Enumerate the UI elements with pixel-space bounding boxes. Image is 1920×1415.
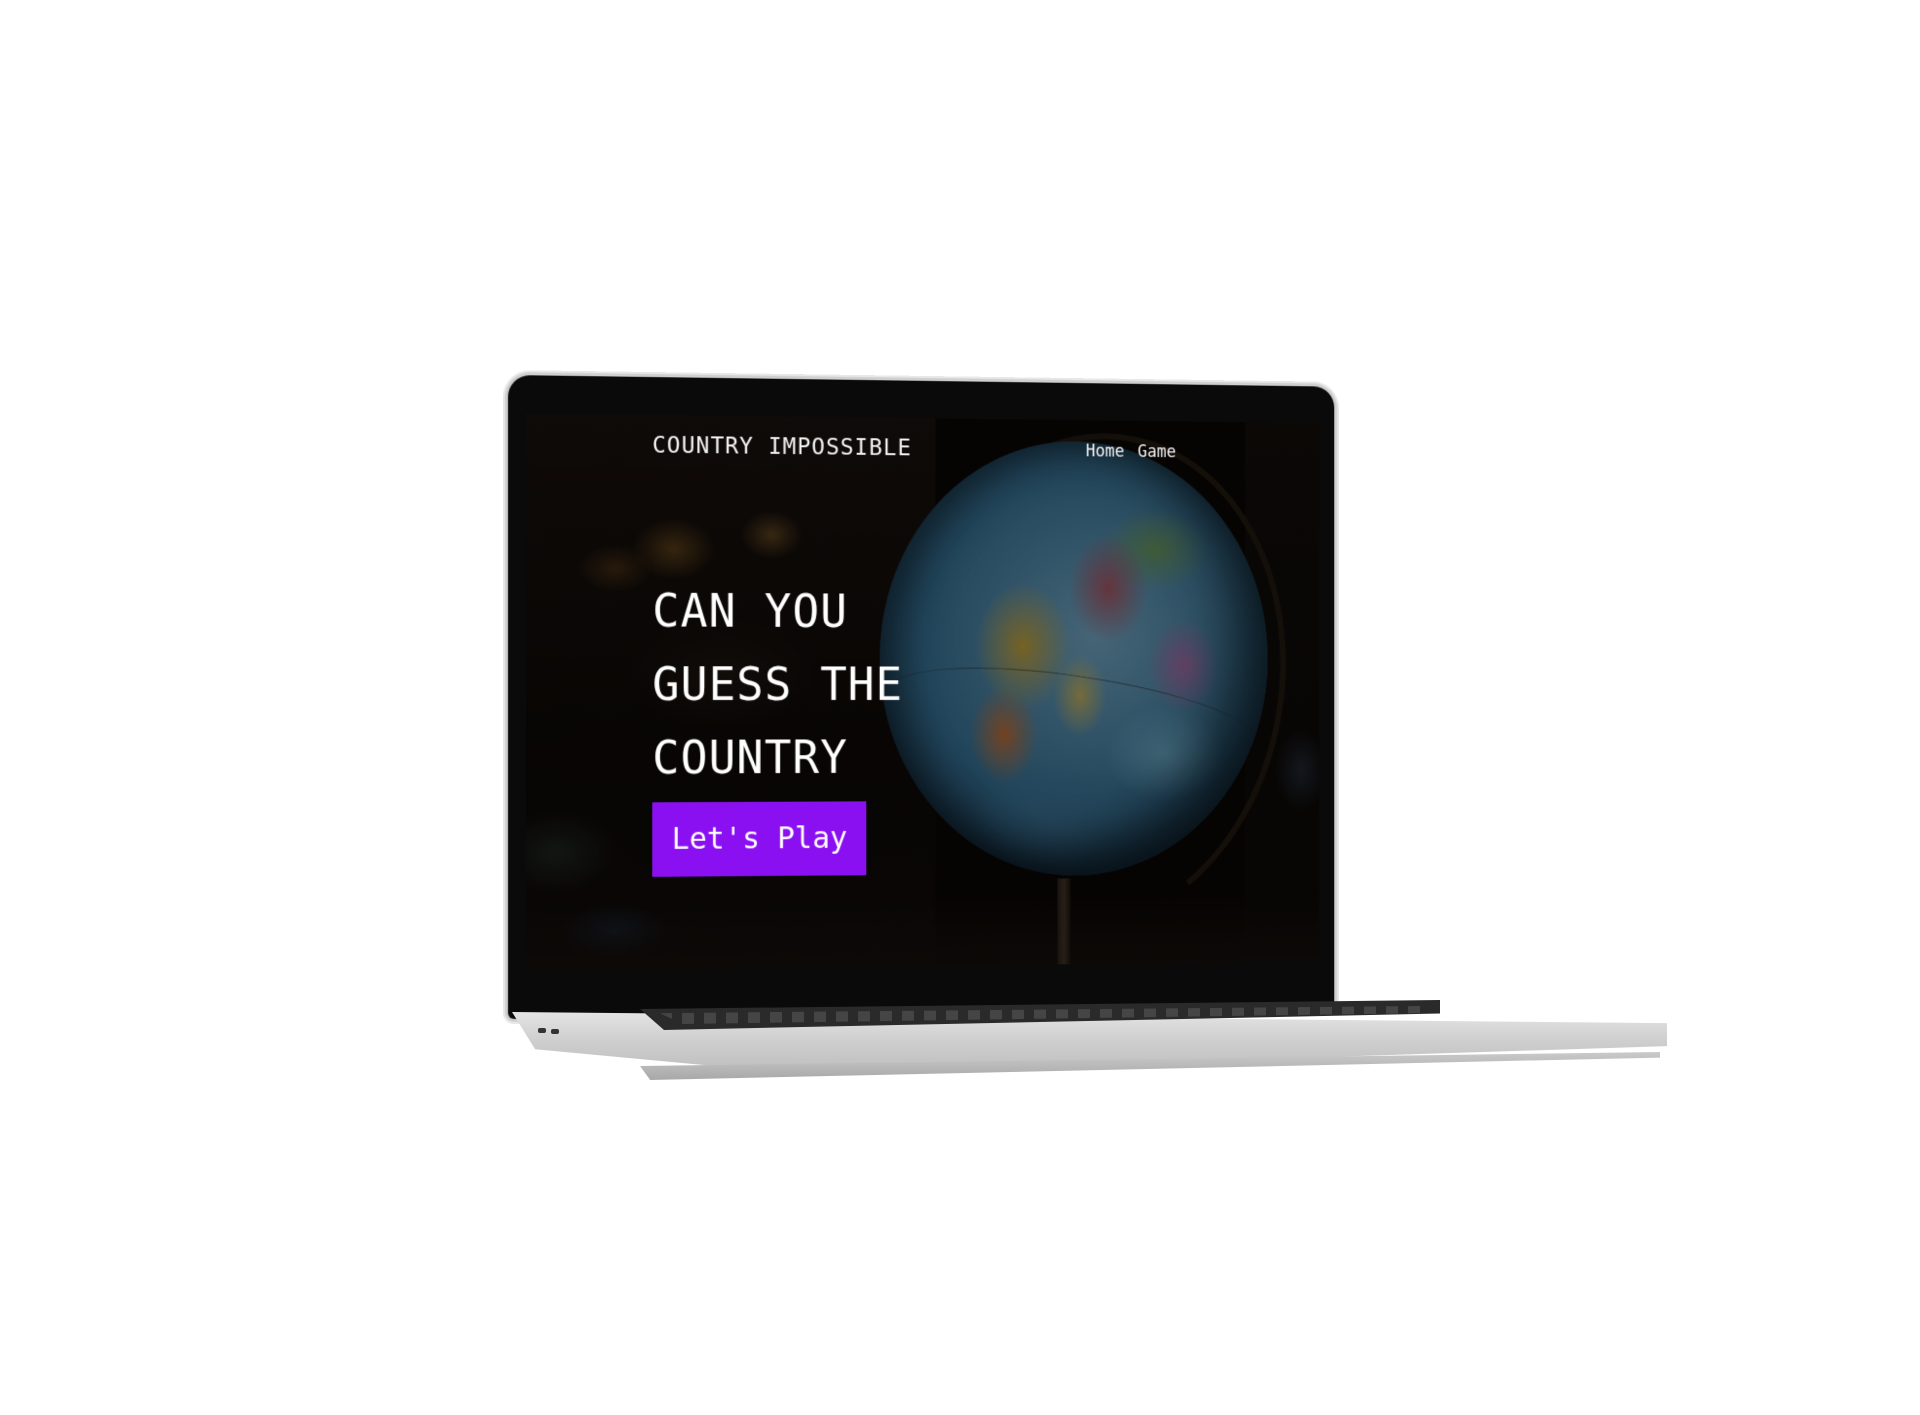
usb-port-1 [538,1028,546,1033]
usb-port-2 [551,1029,559,1034]
hero-headline-line-3: COUNTRY [652,730,848,785]
laptop-lid: COUNTRY IMPOSSIBLE Home Game CAN YOU GUE… [508,375,1335,1019]
device-mockup-scene: COUNTRY IMPOSSIBLE Home Game CAN YOU GUE… [0,0,1920,1415]
hero-headline-line-1: CAN YOU [652,583,848,638]
top-navigation: COUNTRY IMPOSSIBLE Home Game [526,413,1320,481]
laptop-screen: COUNTRY IMPOSSIBLE Home Game CAN YOU GUE… [525,413,1320,971]
hero-headline: CAN YOU GUESS THE COUNTRY [652,574,981,795]
brand-logo-text[interactable]: COUNTRY IMPOSSIBLE [652,433,911,462]
nav-links: Home Game [1086,442,1176,462]
nav-link-game[interactable]: Game [1138,442,1176,462]
nav-link-home[interactable]: Home [1086,442,1125,462]
lets-play-button[interactable]: Let's Play [652,801,867,877]
hero-headline-line-2: GUESS THE [652,657,904,711]
